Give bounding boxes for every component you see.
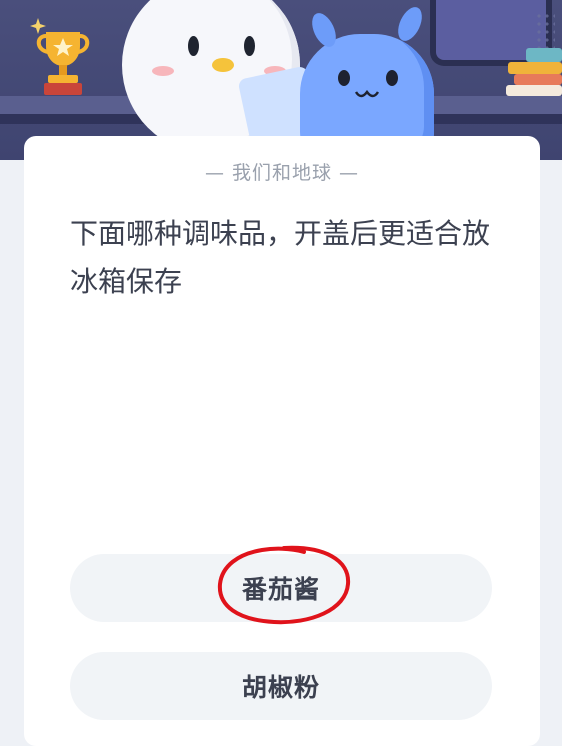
option-button-ketchup[interactable]: 番茄酱	[70, 554, 492, 622]
option-label: 番茄酱	[241, 575, 320, 604]
option-button-pepper[interactable]: 胡椒粉	[70, 652, 492, 720]
trophy-icon	[30, 18, 90, 95]
question-card: — 我们和地球 — 下面哪种调味品，开盖后更适合放冰箱保存 番茄酱 胡椒粉	[24, 136, 540, 746]
category-subtitle: — 我们和地球 —	[204, 162, 360, 184]
question-text: 下面哪种调味品，开盖后更适合放冰箱保存	[70, 217, 491, 298]
option-label: 胡椒粉	[241, 673, 320, 702]
